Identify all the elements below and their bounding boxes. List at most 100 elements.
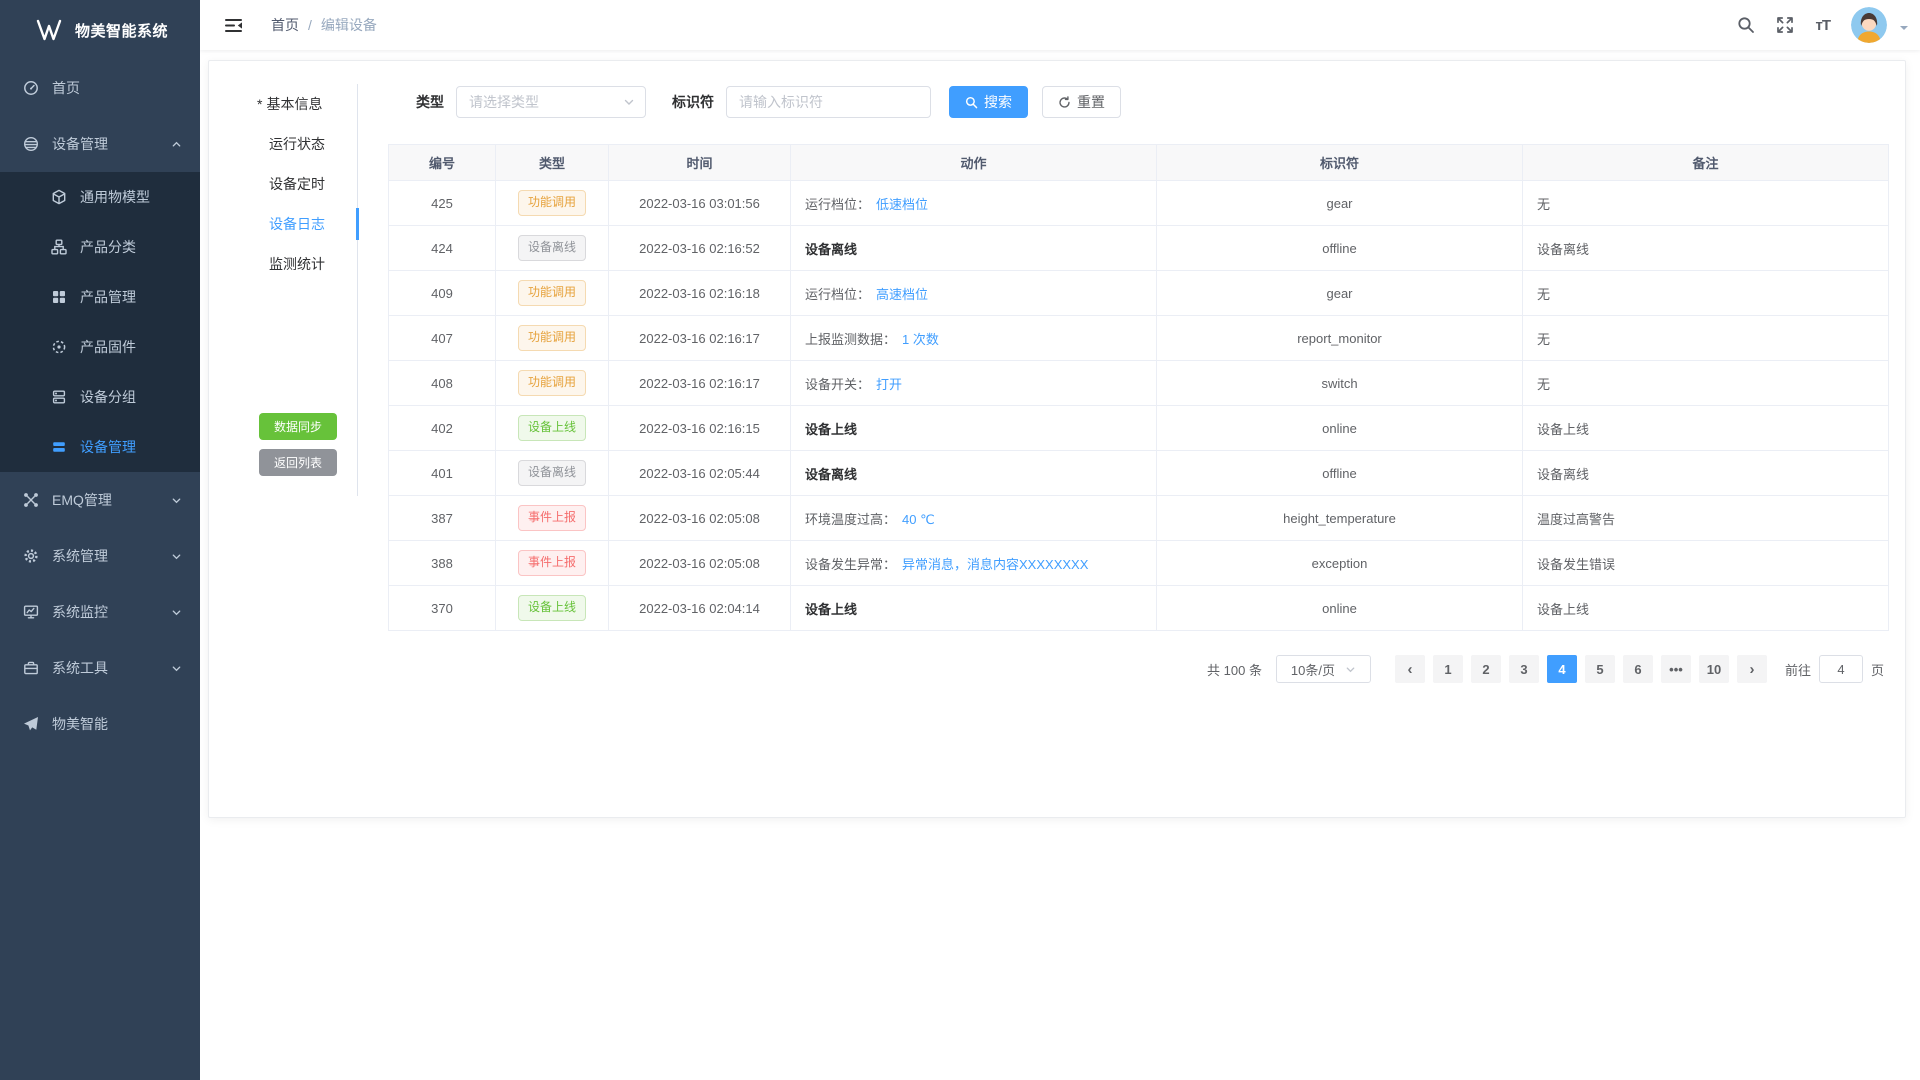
log-action-cell: 上报监测数据：1 次数 [791,316,1157,361]
page-button-5[interactable]: 5 [1585,655,1615,683]
page-button-3[interactable]: 3 [1509,655,1539,683]
log-identifier-cell: exception [1157,541,1523,586]
log-no-cell: 370 [389,586,496,631]
log-time-cell: 2022-03-16 02:16:17 [609,361,791,406]
log-type-tag: 功能调用 [518,190,586,216]
log-remark-cell: 设备上线 [1523,586,1889,631]
log-action-link[interactable]: 异常消息，消息内容XXXXXXXX [902,557,1088,572]
page-button-2[interactable]: 2 [1471,655,1501,683]
page-ellipsis-button[interactable]: ••• [1661,655,1691,683]
type-select[interactable]: 请选择类型 [456,86,646,118]
log-type-tag: 功能调用 [518,370,586,396]
user-avatar[interactable] [1851,7,1887,43]
device-tab-设备日志[interactable]: 设备日志 [209,204,357,244]
sidebar-item-EMQ管理[interactable]: EMQ管理 [0,472,200,528]
page-jump-label: 前往 [1785,660,1811,679]
search-button-icon [965,96,978,109]
sidebar-item-产品固件[interactable]: 产品固件 [0,322,200,372]
log-identifier-cell: gear [1157,271,1523,316]
log-type-tag: 设备离线 [518,235,586,261]
log-type-cell: 功能调用 [496,361,609,406]
back-to-list-button[interactable]: 返回列表 [259,449,337,476]
device-tab-监测统计[interactable]: 监测统计 [209,244,357,284]
device-tab-基本信息[interactable]: *基本信息 [209,84,357,124]
table-row: 370设备上线2022-03-16 02:04:14设备上线online设备上线 [389,586,1889,631]
column-header-动作: 动作 [791,145,1157,181]
log-type-cell: 设备离线 [496,226,609,271]
log-action-link[interactable]: 高速档位 [876,287,928,302]
identifier-label: 标识符 [672,92,714,112]
log-action-text: 设备离线 [805,467,857,482]
log-action-link[interactable]: 1 次数 [902,332,939,347]
collapse-menu-icon[interactable] [224,17,243,34]
sidebar-item-首页[interactable]: 首页 [0,60,200,116]
table-row: 401设备离线2022-03-16 02:05:44设备离线offline设备离… [389,451,1889,496]
log-type-tag: 设备离线 [518,460,586,486]
log-action-link[interactable]: 打开 [876,377,902,392]
log-type-tag: 设备上线 [518,595,586,621]
chevron-down-icon [171,607,182,618]
sidebar-item-系统管理[interactable]: 系统管理 [0,528,200,584]
chevron-down-icon [171,663,182,674]
device-tab-运行状态[interactable]: 运行状态 [209,124,357,164]
sidebar-item-产品管理[interactable]: 产品管理 [0,272,200,322]
sidebar-item-设备管理[interactable]: 设备管理 [0,116,200,172]
log-no-cell: 409 [389,271,496,316]
prev-page-button[interactable]: ‹ [1395,655,1425,683]
sidebar-item-产品分类[interactable]: 产品分类 [0,222,200,272]
log-type-tag: 事件上报 [518,550,586,576]
log-action-link[interactable]: 40 ℃ [902,512,935,527]
page-button-1[interactable]: 1 [1433,655,1463,683]
sidebar-item-label: 系统工具 [52,658,108,678]
font-size-icon[interactable]: тT [1815,17,1830,34]
required-mark: * [257,96,262,112]
log-identifier-cell: offline [1157,226,1523,271]
sidebar-item-label: 设备管理 [80,437,136,457]
page-button-4[interactable]: 4 [1547,655,1577,683]
sidebar-item-设备管理[interactable]: 设备管理 [0,422,200,472]
page-jump-input[interactable] [1819,655,1863,683]
log-action-prefix: 运行档位： [805,197,870,212]
sidebar-item-通用物模型[interactable]: 通用物模型 [0,172,200,222]
sidebar-item-物美智能[interactable]: 物美智能 [0,696,200,752]
sidebar-item-label: 产品管理 [80,287,136,307]
log-action-text: 设备上线 [805,602,857,617]
chevron-down-icon [171,551,182,562]
log-no-cell: 407 [389,316,496,361]
table-row: 425功能调用2022-03-16 03:01:56运行档位：低速档位gear无 [389,181,1889,226]
page-size-select[interactable]: 10条/页 [1276,655,1371,683]
log-remark-cell: 设备离线 [1523,226,1889,271]
log-time-cell: 2022-03-16 02:16:18 [609,271,791,316]
search-button[interactable]: 搜索 [949,86,1028,118]
app-logo[interactable]: 物美智能系统 [0,0,200,60]
sidebar-item-系统监控[interactable]: 系统监控 [0,584,200,640]
log-remark-cell: 设备发生错误 [1523,541,1889,586]
log-type-cell: 功能调用 [496,181,609,226]
chevron-up-icon [171,139,182,150]
breadcrumb-home[interactable]: 首页 [271,15,299,35]
log-type-tag: 设备上线 [518,415,586,441]
log-action-link[interactable]: 低速档位 [876,197,928,212]
sidebar-item-设备分组[interactable]: 设备分组 [0,372,200,422]
page-button-6[interactable]: 6 [1623,655,1653,683]
table-row: 424设备离线2022-03-16 02:16:52设备离线offline设备离… [389,226,1889,271]
log-type-cell: 事件上报 [496,541,609,586]
search-icon[interactable] [1737,16,1755,34]
log-time-cell: 2022-03-16 02:05:44 [609,451,791,496]
log-action-cell: 环境温度过高：40 ℃ [791,496,1157,541]
sidebar-item-系统工具[interactable]: 系统工具 [0,640,200,696]
sitemap-icon [50,239,67,255]
column-header-标识符: 标识符 [1157,145,1523,181]
page-button-10[interactable]: 10 [1699,655,1729,683]
data-sync-button[interactable]: 数据同步 [259,413,337,440]
reset-button[interactable]: 重置 [1042,86,1121,118]
log-time-cell: 2022-03-16 03:01:56 [609,181,791,226]
group-icon [50,389,67,405]
user-menu-caret-icon[interactable] [1900,26,1908,34]
sidebar-submenu: 通用物模型产品分类产品管理产品固件设备分组设备管理 [0,172,200,472]
device-tab-设备定时[interactable]: 设备定时 [209,164,357,204]
identifier-input[interactable] [726,86,931,118]
fullscreen-icon[interactable] [1776,16,1794,34]
next-page-button[interactable]: › [1737,655,1767,683]
sidebar-item-label: 产品分类 [80,237,136,257]
